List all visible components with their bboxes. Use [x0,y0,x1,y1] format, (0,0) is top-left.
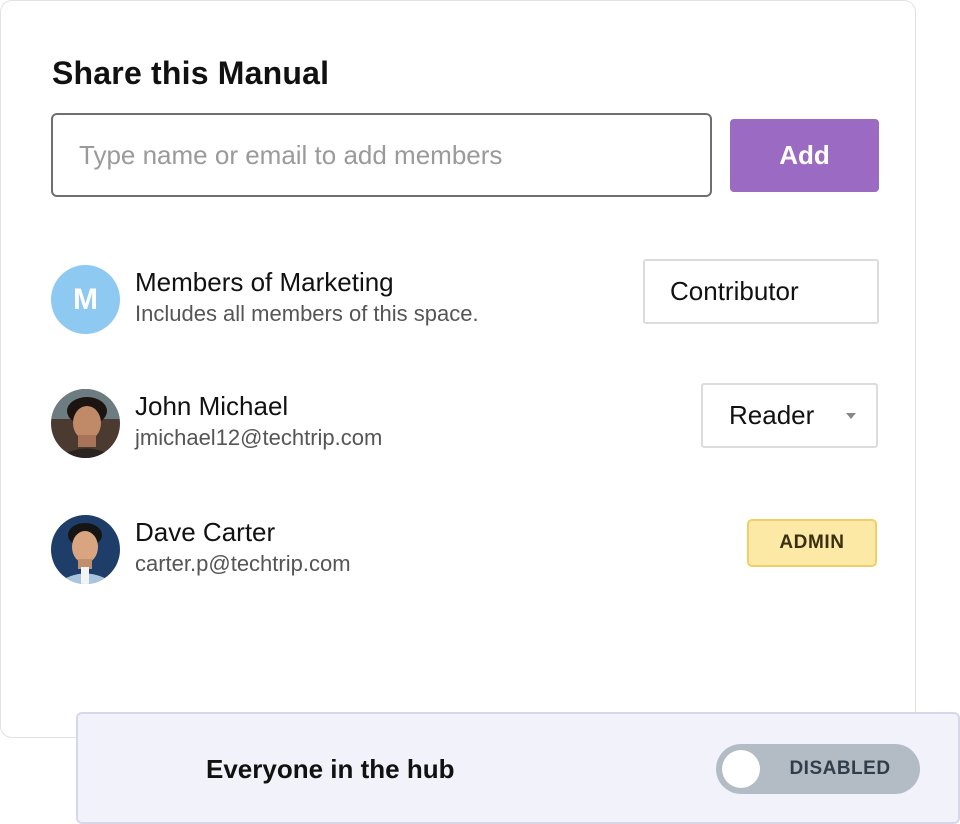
avatar [51,515,120,584]
share-card: Share this Manual Add M Members of Marke… [0,0,916,738]
toggle-state-label: DISABLED [789,758,891,779]
add-member-button[interactable]: Add [730,119,879,192]
member-row-marketing: M Members of Marketing Includes all memb… [51,259,881,335]
member-row-john-michael: John Michael jmichael12@techtrip.com Rea… [51,383,881,459]
hub-access-bar: Everyone in the hub DISABLED [76,712,960,824]
role-dropdown[interactable]: Reader [701,383,878,448]
member-row-dave-carter: Dave Carter carter.p@techtrip.com ADMIN [51,515,881,585]
avatar: M [51,265,120,334]
toggle-knob [722,750,760,788]
member-email: carter.p@techtrip.com [135,551,351,576]
chevron-down-icon [846,413,856,419]
member-name: Dave Carter [135,517,276,547]
hub-access-toggle[interactable]: DISABLED [716,744,920,794]
member-description: Includes all members of this space. [135,301,479,326]
member-name: Members of Marketing [135,267,394,297]
role-label: Contributor [670,276,799,306]
role-label: Reader [729,400,815,430]
avatar [51,389,120,458]
hub-access-label: Everyone in the hub [206,754,455,784]
member-email: jmichael12@techtrip.com [135,425,383,450]
member-search-input[interactable] [51,113,712,197]
admin-badge: ADMIN [747,519,877,567]
member-name: John Michael [135,391,289,421]
page-title: Share this Manual [52,55,330,91]
role-field[interactable]: Contributor [643,259,879,324]
